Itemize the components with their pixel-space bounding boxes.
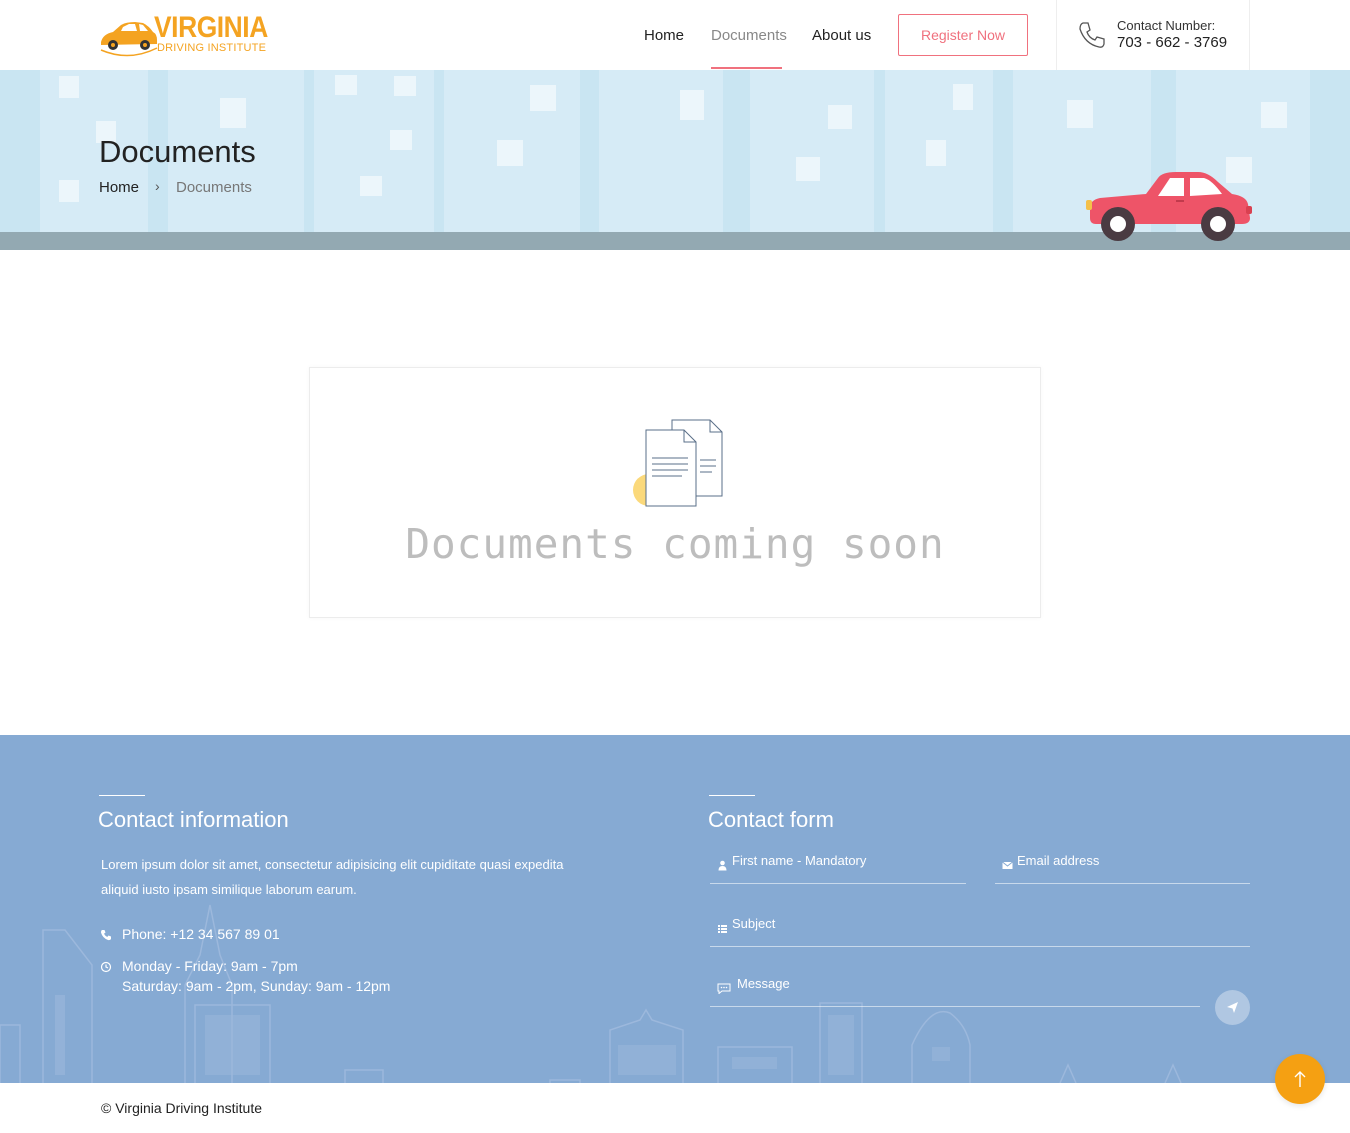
subject-placeholder: Subject: [732, 916, 776, 931]
phone-small-icon: [101, 930, 111, 941]
envelope-icon: [1002, 861, 1013, 869]
nav-active-indicator: [711, 67, 782, 69]
contact-form-heading: Contact form: [708, 807, 834, 832]
breadcrumb-home[interactable]: Home: [99, 179, 139, 196]
page-title: Documents: [99, 134, 256, 169]
first-name-field[interactable]: First name - Mandatory: [710, 852, 966, 884]
car-logo-icon: [100, 22, 158, 57]
message-field[interactable]: Message: [710, 975, 1200, 1007]
nav-about-us[interactable]: About us: [812, 27, 871, 44]
site-logo[interactable]: VIRGINIA DRIVING INSTITUTE: [99, 12, 268, 60]
page-banner: Documents Home › Documents: [0, 70, 1350, 250]
send-message-button[interactable]: [1215, 990, 1250, 1025]
opening-hours-weekdays: Monday - Friday: 9am - 7pm: [122, 958, 298, 974]
breadcrumb-current: Documents: [176, 179, 252, 196]
opening-hours-weekend: Saturday: 9am - 2pm, Sunday: 9am - 12pm: [122, 978, 391, 994]
copyright-text: © Virginia Driving Institute: [101, 1100, 263, 1116]
contact-label: Contact Number:: [1117, 18, 1216, 33]
clock-icon: [100, 961, 112, 973]
first-name-placeholder: First name - Mandatory: [732, 853, 867, 868]
arrow-up-icon: [1294, 1071, 1306, 1087]
contact-info-text: Lorem ipsum dolor sit amet, consectetur …: [101, 857, 564, 897]
logo-subtitle: DRIVING INSTITUTE: [157, 42, 267, 54]
email-field[interactable]: Email address: [995, 852, 1250, 884]
documents-card: Documents coming soon: [309, 367, 1041, 618]
site-footer: Contact information Lorem ipsum dolor si…: [0, 735, 1350, 1083]
user-icon: [718, 860, 727, 871]
documents-coming-soon-message: Documents coming soon: [405, 520, 945, 568]
paper-plane-icon: [1227, 1002, 1238, 1013]
subject-list-icon: [718, 925, 727, 933]
city-skyline-background: [0, 904, 1182, 1083]
nav-documents[interactable]: Documents: [711, 27, 787, 44]
logo-title: VIRGINIA: [154, 11, 268, 44]
contact-info-rule: [99, 795, 145, 796]
email-placeholder: Email address: [1017, 853, 1100, 868]
contact-phone: Phone: +12 34 567 89 01: [122, 926, 280, 942]
nav-home[interactable]: Home: [644, 27, 684, 44]
message-bubble-icon: [717, 983, 731, 994]
subject-field[interactable]: Subject: [710, 915, 1250, 947]
contact-number-box: Contact Number: 703 - 662 - 3769: [1056, 0, 1250, 70]
register-now-button[interactable]: Register Now: [898, 14, 1028, 56]
red-car-illustration: [1086, 172, 1252, 241]
back-to-top-button[interactable]: [1275, 1054, 1325, 1104]
site-header: VIRGINIA DRIVING INSTITUTE Home Document…: [0, 0, 1350, 70]
phone-icon: [1079, 22, 1105, 48]
documents-icon: [633, 419, 723, 507]
contact-form-rule: [709, 795, 755, 796]
breadcrumb-separator: ›: [155, 178, 160, 194]
message-placeholder: Message: [737, 976, 790, 991]
contact-info-heading: Contact information: [98, 807, 289, 832]
contact-phone-number[interactable]: 703 - 662 - 3769: [1117, 34, 1227, 51]
footer-bottom-bar: © Virginia Driving Institute: [0, 1083, 1350, 1133]
